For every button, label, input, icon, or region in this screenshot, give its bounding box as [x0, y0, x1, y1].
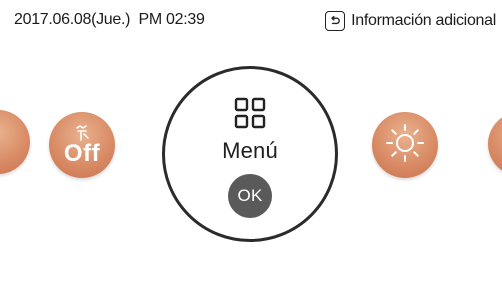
fan-off-button[interactable]: Off	[49, 112, 115, 178]
next-mode-button[interactable]	[488, 112, 502, 176]
sun-icon	[384, 122, 426, 169]
datetime-display: 2017.06.08(Jue.) PM 02:39	[14, 11, 205, 28]
brightness-mode-button[interactable]	[372, 112, 438, 178]
grid-icon	[234, 97, 266, 134]
menu-dial[interactable]: Menú OK	[162, 66, 338, 242]
status-bar: 2017.06.08(Jue.) PM 02:39 Información ad…	[0, 0, 502, 44]
menu-label: Menú	[222, 138, 278, 163]
ok-button[interactable]: OK	[228, 174, 272, 218]
fan-off-label: Off	[63, 140, 101, 167]
back-arrow-icon	[325, 11, 346, 31]
mode-carousel: Off Menú OK	[0, 60, 502, 250]
more-info-label: Información adicional	[351, 12, 496, 29]
fan-icon	[72, 125, 92, 141]
lg-control-screen: 2017.06.08(Jue.) PM 02:39 Información ad…	[0, 0, 502, 292]
previous-mode-button[interactable]	[0, 110, 30, 174]
more-info-button[interactable]: Información adicional	[325, 9, 496, 33]
